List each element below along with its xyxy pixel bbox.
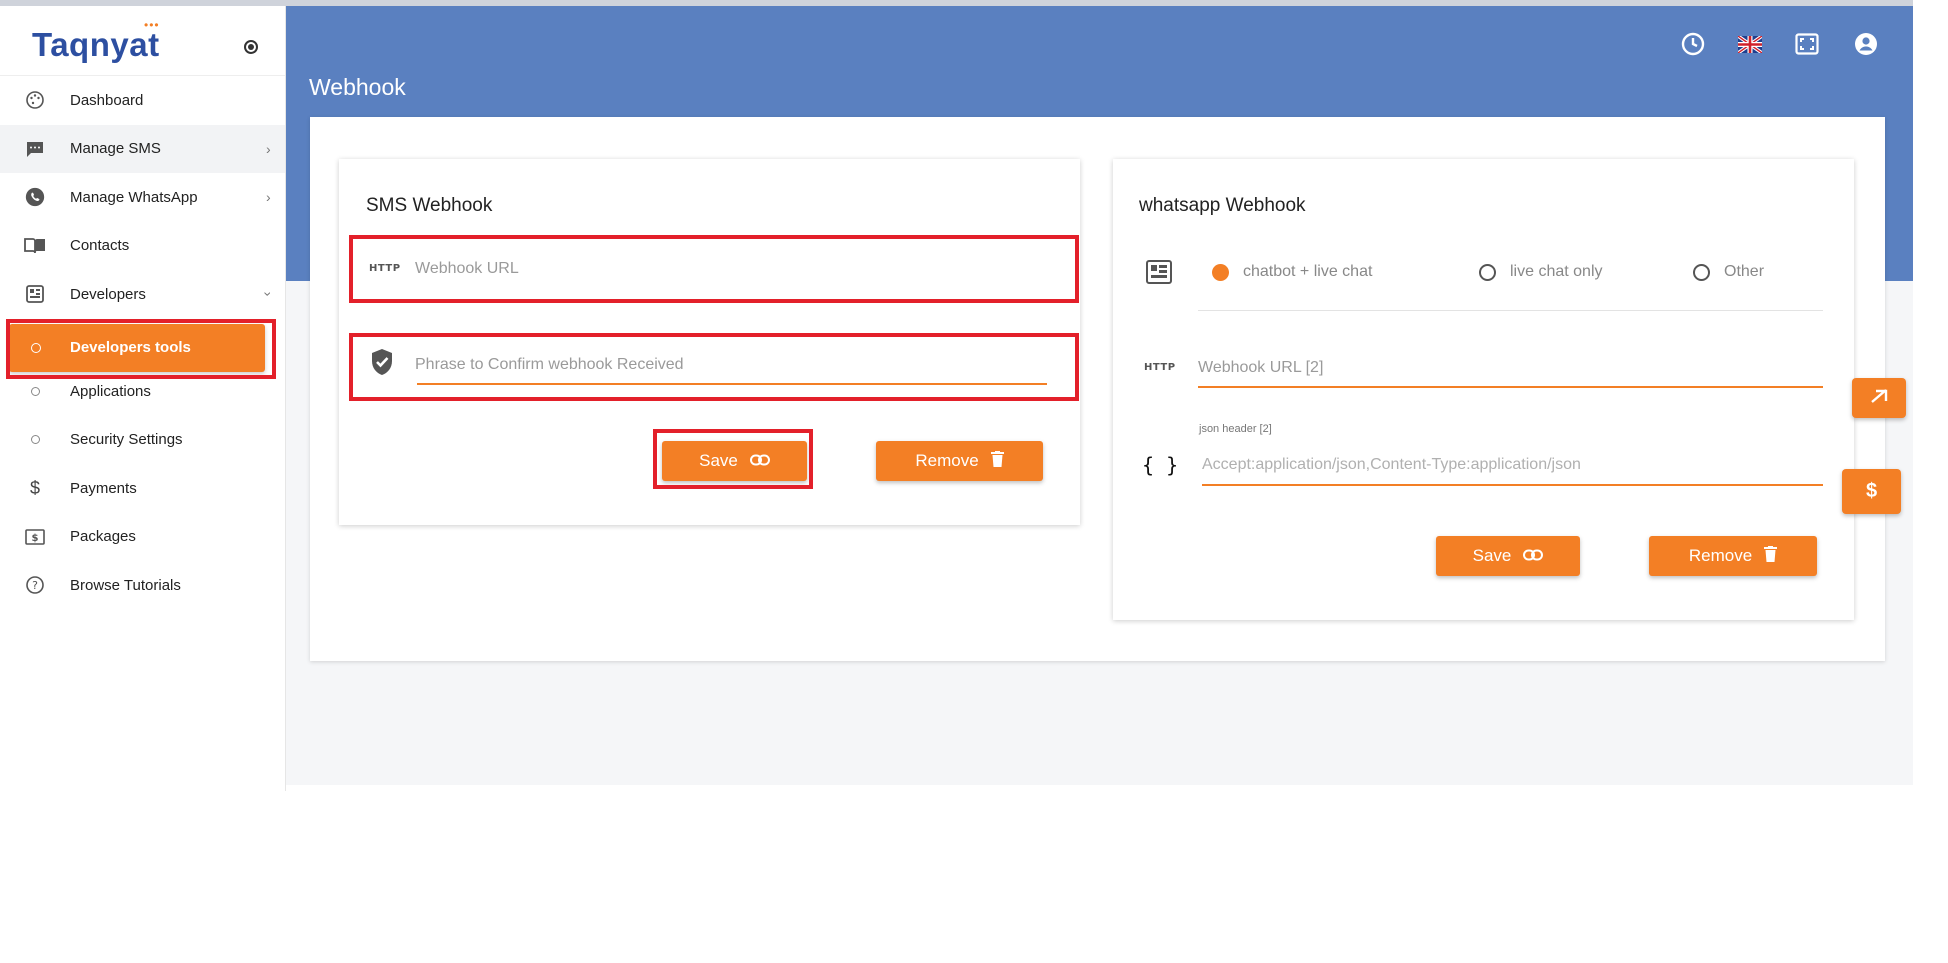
contacts-book-icon (24, 235, 46, 257)
sidebar-item-label: Manage SMS (70, 140, 161, 158)
chevron-right-icon: › (266, 140, 271, 157)
trash-icon (1764, 545, 1778, 567)
page-title: Webhook (309, 74, 406, 100)
whatsapp-webhook-url-input[interactable]: Webhook URL [2] (1198, 359, 1323, 377)
radio-label: chatbot + live chat (1243, 263, 1373, 280)
whatsapp-json-header-field[interactable]: Accept:application/json,Content-Type:app… (1113, 439, 1854, 499)
http-icon: HTTP (1144, 362, 1176, 373)
chevron-right-icon: › (266, 189, 271, 206)
fullscreen-icon[interactable] (1793, 30, 1821, 58)
history-icon[interactable] (1679, 30, 1707, 58)
send-icon (1870, 388, 1888, 409)
whatsapp-webhook-title: whatsapp Webhook (1139, 195, 1306, 216)
quick-send-button[interactable] (1852, 378, 1906, 418)
remove-label: Remove (1688, 546, 1753, 565)
input-underline (1198, 386, 1823, 388)
sidebar-item-label: Packages (70, 528, 136, 546)
circle-bullet-icon (24, 429, 46, 451)
quick-payment-button[interactable]: $ (1842, 469, 1901, 514)
app-window: Taqnyat ••• Dashboard Manage SMS › Manag… (0, 0, 1913, 791)
radio-indicator (1693, 263, 1710, 281)
sidebar-item-label: Developers (70, 285, 146, 303)
sidebar-item-label: Contacts (70, 237, 130, 255)
radio-indicator (1479, 263, 1496, 281)
sidebar-item-browse-tutorials[interactable]: ? Browse Tutorials (0, 561, 285, 610)
logo-dots: ••• (144, 18, 160, 32)
sidebar-item-manage-whatsapp[interactable]: Manage WhatsApp › (0, 173, 285, 222)
sidebar-item-label: Applications (70, 382, 151, 400)
link-icon (1523, 546, 1544, 566)
highlight-developers-tools (6, 319, 276, 379)
circle-bullet-icon (24, 380, 46, 402)
radio-chatbot-live-chat[interactable]: chatbot + live chat (1212, 263, 1372, 281)
radio-selected-indicator (1212, 263, 1229, 281)
sidebar-item-label: Security Settings (70, 431, 183, 449)
remove-label: Remove (915, 451, 979, 470)
sidebar-item-contacts[interactable]: Contacts (0, 222, 285, 271)
sidebar-item-security-settings[interactable]: Security Settings (0, 416, 285, 465)
highlight-sms-save (653, 429, 813, 489)
sms-webhook-title: SMS Webhook (366, 195, 493, 216)
sidebar-item-payments[interactable]: $ Payments (0, 464, 285, 513)
sidebar-item-label: Browse Tutorials (70, 576, 181, 594)
sidebar-item-label: Manage WhatsApp (70, 188, 198, 206)
whatsapp-webhook-panel: whatsapp Webhook chatbot + live chat liv… (1113, 159, 1854, 620)
whatsapp-json-header-input[interactable]: Accept:application/json,Content-Type:app… (1202, 456, 1581, 474)
radio-divider (1198, 310, 1823, 311)
dollar-icon: $ (1865, 480, 1878, 502)
svg-text:$: $ (32, 533, 39, 544)
input-underline (1202, 484, 1823, 486)
radio-other[interactable]: Other (1693, 263, 1764, 281)
whatsapp-save-button[interactable]: Save (1436, 536, 1580, 576)
save-label: Save (1472, 546, 1512, 565)
highlight-sms-url (349, 235, 1079, 303)
help-circle-icon: ? (24, 574, 46, 596)
svg-text:?: ? (32, 579, 38, 592)
sms-remove-button[interactable]: Remove (876, 441, 1043, 481)
sidebar-item-label: Dashboard (70, 91, 144, 109)
whatsapp-icon (24, 186, 46, 208)
whatsapp-remove-button[interactable]: Remove (1649, 536, 1817, 576)
sms-icon (24, 138, 46, 160)
json-header-label: json header [2] (1199, 423, 1272, 435)
sidebar-item-developers[interactable]: Developers › (0, 270, 285, 319)
webhook-type-icon (1146, 260, 1172, 289)
radio-live-chat-only[interactable]: live chat only (1479, 263, 1603, 281)
trash-icon (990, 450, 1004, 472)
whatsapp-webhook-url-field[interactable]: HTTP Webhook URL [2] (1113, 347, 1854, 407)
radio-label: Other (1724, 263, 1765, 280)
logo: Taqnyat (32, 26, 160, 63)
sidebar-item-manage-sms[interactable]: Manage SMS › (0, 124, 285, 173)
developers-grid-icon (24, 283, 46, 305)
uk-flag-icon[interactable] (1736, 30, 1764, 58)
sidebar-item-packages[interactable]: $ Packages (0, 513, 285, 562)
chevron-down-icon: › (260, 291, 277, 297)
logo-area: Taqnyat ••• (0, 6, 285, 76)
sidebar-pin-toggle[interactable] (244, 40, 258, 54)
highlight-sms-phrase (349, 333, 1079, 401)
palette-icon (24, 89, 46, 111)
account-icon[interactable] (1852, 30, 1880, 58)
radio-label: live chat only (1510, 263, 1603, 280)
sidebar: Taqnyat ••• Dashboard Manage SMS › Manag… (0, 6, 286, 791)
sidebar-item-label: Payments (70, 479, 137, 497)
dollar-icon: $ (29, 477, 40, 498)
packages-icon: $ (24, 526, 46, 548)
sidebar-item-dashboard[interactable]: Dashboard (0, 76, 285, 125)
